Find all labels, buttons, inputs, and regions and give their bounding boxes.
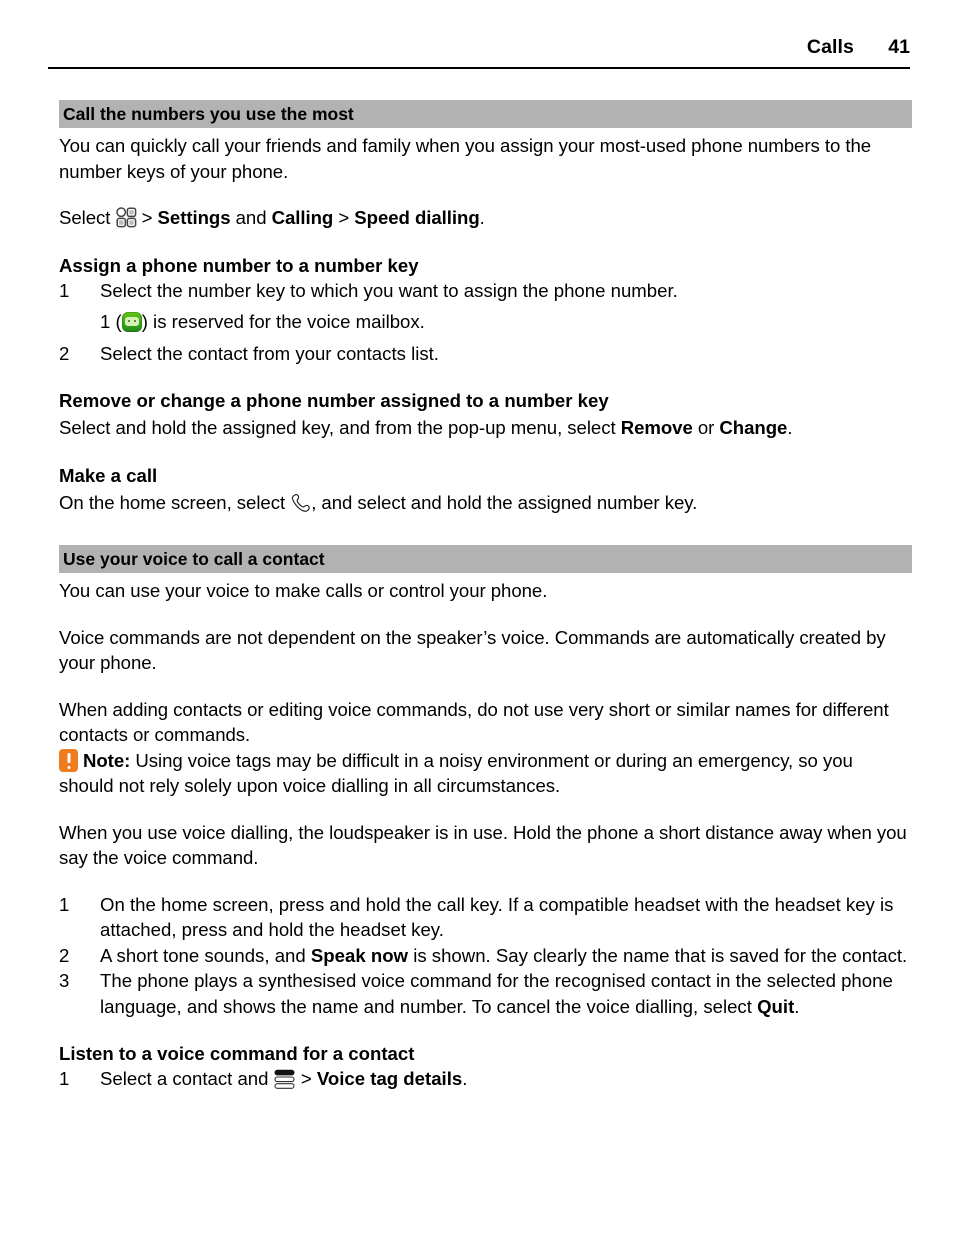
- menu-item-voice-tag-details: Voice tag details: [316, 1068, 463, 1089]
- paragraph-make-a-call: On the home screen, select , and select …: [59, 490, 912, 516]
- section-heading-call-the-numbers: Call the numbers you use the most: [59, 100, 912, 128]
- step-post-text: .: [794, 995, 800, 1017]
- steps-listen-voice-command: 1 Select a contact and > Voice tag detai…: [59, 1066, 912, 1092]
- step-text: A short tone sounds, and Speak now is sh…: [100, 943, 912, 969]
- step-number: 1: [59, 279, 70, 301]
- select-separator-1: >: [136, 207, 158, 228]
- steps-assign-number: 1 Select the number key to which you wan…: [59, 278, 912, 304]
- menu-item-quit: Quit: [757, 995, 795, 1017]
- select-lead-text: Select: [59, 207, 116, 228]
- subheading-listen-to-voice-command: Listen to a voice command for a contact: [59, 1043, 415, 1064]
- substep-post-text: ) is reserved for the voice mailbox.: [141, 311, 425, 332]
- grid-menu-icon: [115, 207, 137, 228]
- header-rule: [48, 67, 910, 69]
- paragraph-remove-or-change: Select and hold the assigned key, and fr…: [59, 415, 912, 441]
- step-text: Select the number key to which you want …: [100, 279, 678, 301]
- paragraph-select-path: Select > Settings and Calling > Speed di…: [59, 205, 912, 231]
- menu-item-settings: Settings: [157, 207, 231, 228]
- step-text: On the home screen, press and hold the c…: [100, 893, 894, 941]
- note-label: Note:: [83, 749, 131, 771]
- make-call-pre-text: On the home screen, select: [59, 491, 291, 513]
- note-warning-icon: [59, 748, 78, 772]
- remove-change-post-text: .: [787, 417, 793, 438]
- substep-voice-mailbox: 1 ( ) is reserved for the voice mailbox.: [100, 309, 912, 335]
- select-mid-text: and: [230, 207, 272, 228]
- paragraph-voice-commands: Voice commands are not dependent on the …: [59, 626, 886, 674]
- note-text: Using voice tags may be difficult in a n…: [59, 749, 853, 797]
- paragraph-voice-intro: You can use your voice to make calls or …: [59, 580, 548, 601]
- select-period: .: [479, 207, 485, 228]
- voicemail-icon: [121, 312, 142, 332]
- list-item: 1 Select a contact and > Voice tag detai…: [59, 1066, 912, 1092]
- menu-item-remove: Remove: [620, 417, 693, 438]
- subheading-make-a-call: Make a call: [59, 464, 158, 486]
- list-item: 1 Select the number key to which you wan…: [59, 278, 912, 304]
- step-pre-text: A short tone sounds, and: [100, 944, 311, 966]
- section-heading-use-your-voice: Use your voice to call a contact: [59, 545, 912, 573]
- step-text: Select the contact from your contacts li…: [100, 342, 439, 364]
- note-paragraph: Note: Using voice tags may be difficult …: [59, 748, 912, 799]
- options-list-icon: [274, 1069, 296, 1090]
- header-chapter-title: Calls: [806, 36, 854, 58]
- menu-item-calling: Calling: [271, 207, 334, 228]
- phone-handset-icon: [290, 493, 311, 513]
- remove-change-mid-text: or: [692, 417, 720, 438]
- page-content: Call the numbers you use the most You ca…: [59, 100, 912, 1092]
- step-post-text: is shown. Say clearly the name that is s…: [408, 944, 908, 966]
- ui-label-speak-now: Speak now: [310, 944, 409, 966]
- paragraph-loudspeaker: When you use voice dialling, the loudspe…: [59, 821, 907, 869]
- step-number: 2: [59, 944, 70, 966]
- step-text: Select a contact and > Voice tag details…: [100, 1066, 912, 1092]
- step-text: The phone plays a synthesised voice comm…: [100, 968, 912, 1019]
- subheading-assign-a-phone-number: Assign a phone number to a number key: [59, 254, 419, 276]
- remove-change-pre-text: Select and hold the assigned key, and fr…: [59, 417, 621, 438]
- make-call-post-text: , and select and hold the assigned numbe…: [311, 491, 698, 513]
- substep-pre-text: 1 (: [100, 311, 122, 332]
- listen-separator: >: [295, 1068, 317, 1089]
- list-item: 3 The phone plays a synthesised voice co…: [59, 968, 912, 1019]
- page-number: 41: [888, 36, 910, 58]
- menu-item-speed-dialling: Speed dialling: [354, 207, 480, 228]
- list-item: 1 On the home screen, press and hold the…: [59, 892, 912, 943]
- select-separator-2: >: [333, 207, 355, 228]
- steps-voice-dialling: 1 On the home screen, press and hold the…: [59, 892, 912, 1020]
- menu-item-change: Change: [719, 417, 788, 438]
- document-page: Calls 41 Call the numbers you use the mo…: [0, 0, 954, 1258]
- step-number: 2: [59, 342, 70, 364]
- step-number: 1: [59, 1068, 70, 1089]
- paragraph-adding-contacts: When adding contacts or editing voice co…: [59, 698, 889, 746]
- step-number: 1: [59, 893, 70, 915]
- list-item: 2 A short tone sounds, and Speak now is …: [59, 943, 912, 969]
- page-header: Calls 41: [48, 36, 910, 70]
- listen-post-text: .: [462, 1068, 468, 1089]
- steps-assign-number-cont: 2 Select the contact from your contacts …: [59, 341, 912, 367]
- subheading-remove-or-change: Remove or change a phone number assigned…: [59, 390, 609, 411]
- paragraph-intro: You can quickly call your friends and fa…: [59, 135, 872, 182]
- list-item: 2 Select the contact from your contacts …: [59, 341, 912, 367]
- step-number: 3: [59, 970, 70, 991]
- listen-pre-text: Select a contact and: [100, 1068, 274, 1089]
